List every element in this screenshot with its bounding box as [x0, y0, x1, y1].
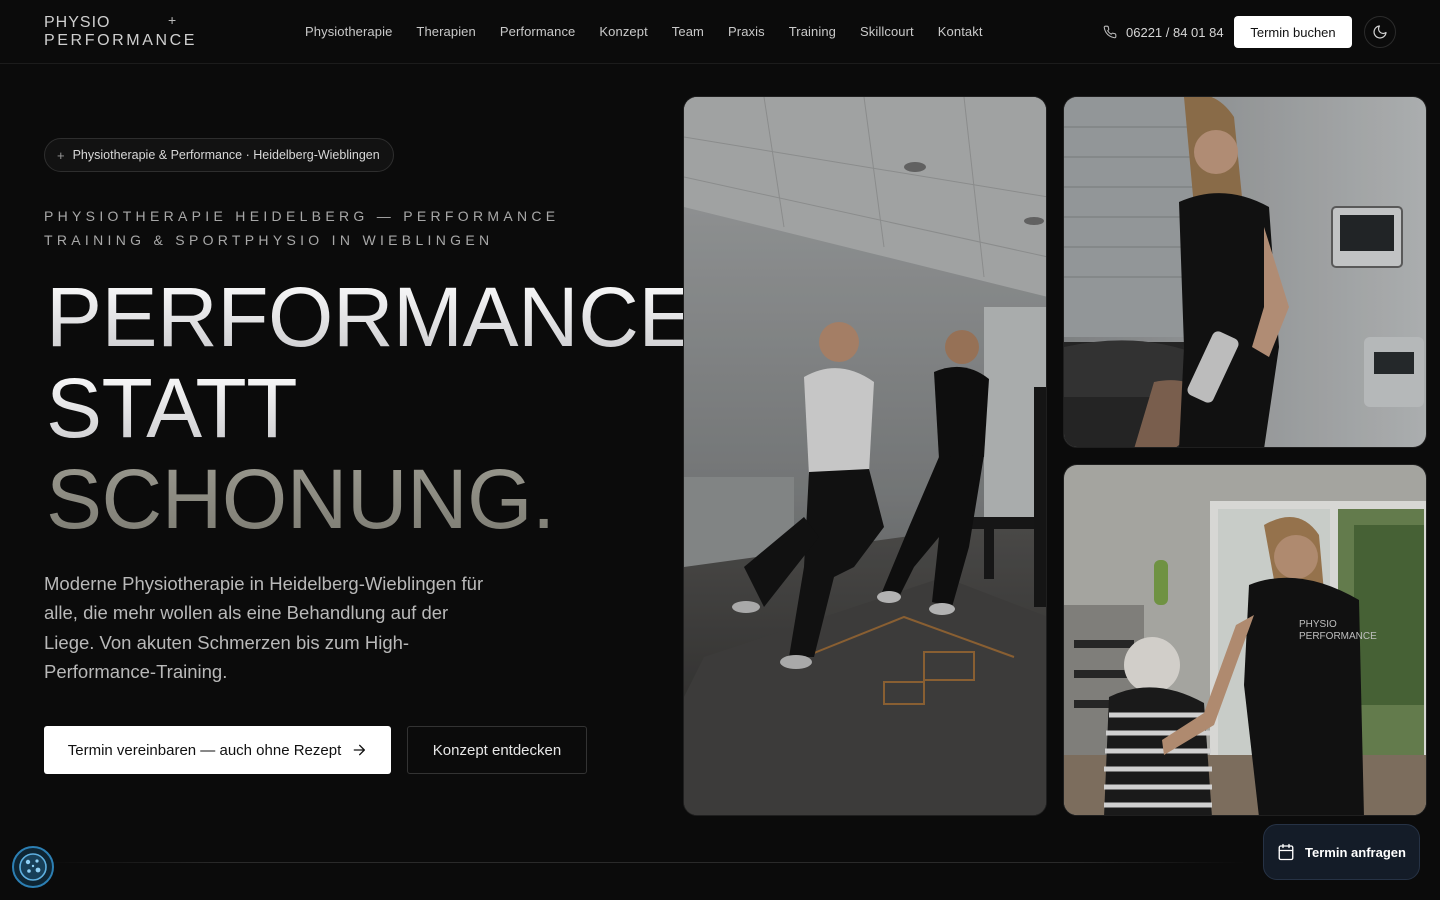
brand-line-2: PERFORMANCE [44, 32, 198, 49]
plus-icon: + [57, 147, 65, 163]
patient-support-photo: PHYSIO PERFORMANCE [1063, 464, 1427, 816]
phone-icon [1103, 25, 1117, 39]
location-badge-label: Physiotherapie & Performance · Heidelber… [72, 148, 380, 162]
headline-line-2: STATT [46, 363, 694, 454]
theme-toggle-button[interactable] [1364, 16, 1396, 48]
moon-icon [1373, 25, 1387, 39]
nav-item-konzept[interactable]: Konzept [599, 22, 647, 42]
request-appointment-button[interactable]: Termin anfragen [1263, 824, 1420, 880]
brand-line-1: PHYSIO [44, 14, 111, 31]
primary-cta-label: Termin vereinbaren — auch ohne Rezept [67, 741, 342, 759]
phone-number: 06221 / 84 01 84 [1126, 24, 1224, 40]
nav-item-physiotherapie[interactable]: Physiotherapie [305, 22, 392, 42]
treatment-photo [1063, 96, 1427, 448]
phone-link[interactable]: 06221 / 84 01 84 [1103, 22, 1224, 42]
nav-item-praxis[interactable]: Praxis [728, 22, 765, 42]
site-header: PHYSIO PERFORMANCE + Physiotherapie Ther… [0, 0, 1440, 64]
nav-item-team[interactable]: Team [672, 22, 704, 42]
request-appointment-label: Termin anfragen [1305, 844, 1406, 860]
cookie-settings-button[interactable] [12, 846, 54, 888]
training-photo [683, 96, 1047, 816]
calendar-icon [1278, 843, 1294, 861]
hero-headline: PERFORMANCE STATT SCHONUNG. [46, 272, 694, 545]
headline-line-3: SCHONUNG. [46, 454, 694, 545]
location-badge: + Physiotherapie & Performance · Heidelb… [44, 138, 394, 172]
nav-item-kontakt[interactable]: Kontakt [938, 22, 983, 42]
brand-plus-mark: + [168, 12, 178, 28]
book-appointment-button[interactable]: Termin buchen [1234, 16, 1352, 48]
hero-lead: Moderne Physiotherapie in Heidelberg-Wie… [44, 573, 484, 682]
book-without-prescription-button[interactable]: Termin vereinbaren — auch ohne Rezept [44, 726, 391, 774]
nav-item-therapien[interactable]: Therapien [416, 22, 475, 42]
section-divider [44, 862, 1244, 863]
nav-item-skillcourt[interactable]: Skillcourt [860, 22, 914, 42]
nav-item-training[interactable]: Training [789, 22, 836, 42]
arrow-right-icon [353, 744, 366, 756]
hero-eyebrow: PHYSIOTHERAPIE HEIDELBERG — PERFORMANCE … [44, 208, 560, 248]
brand-logo[interactable]: PHYSIO PERFORMANCE + [44, 12, 194, 50]
cookie-icon [19, 853, 47, 881]
main-nav: Physiotherapie Therapien Performance Kon… [305, 22, 1007, 42]
headline-line-1: PERFORMANCE [46, 270, 694, 364]
nav-item-performance[interactable]: Performance [500, 22, 576, 42]
discover-concept-button[interactable]: Konzept entdecken [407, 726, 587, 774]
